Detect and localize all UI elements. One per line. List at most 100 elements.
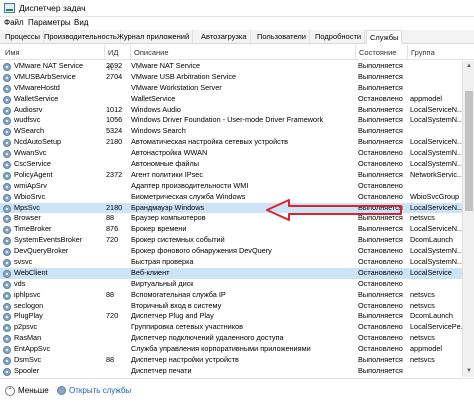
- service-name: WalletService: [14, 93, 59, 103]
- tab-processes[interactable]: Процессы: [2, 30, 45, 44]
- service-description: Диспетчер печати: [131, 365, 192, 375]
- service-row[interactable]: iphlpsvc 88 Вспомогательная служба IP Выпол…: [0, 290, 462, 301]
- tab-performance[interactable]: Производительность: [41, 30, 121, 44]
- service-row[interactable]: DevQueryBroker Брокер фонового обнаружени…: [0, 246, 462, 257]
- service-pid: 1056: [106, 115, 123, 125]
- service-group: LocalSystemN...: [410, 115, 462, 125]
- scroll-thumb[interactable]: [465, 91, 473, 211]
- service-pid: 720: [106, 311, 119, 321]
- service-group: LocalServiceN...: [410, 104, 462, 114]
- service-row[interactable]: WalletService WalletService Остановлено app…: [0, 94, 462, 105]
- service-status: Выполняется: [358, 71, 403, 81]
- service-pid: 88: [106, 213, 115, 223]
- service-name: DsmSvc: [14, 355, 42, 365]
- service-description: Группировка сетевых участников: [131, 322, 243, 332]
- service-gear-icon: [3, 139, 11, 148]
- service-row[interactable]: WebClient Веб-клиент Остановлено LocalServi…: [0, 267, 462, 279]
- service-gear-icon: [3, 150, 11, 159]
- service-status: Выполняется: [358, 61, 403, 70]
- service-group: LocalServiceN...: [410, 224, 462, 234]
- service-status: Выполняется: [358, 169, 403, 179]
- service-name: WebClient: [14, 267, 48, 277]
- service-row[interactable]: DsmSvc 88 Диспетчер настройки устройств Вып…: [0, 355, 462, 366]
- menu-bar: Файл Параметры Вид: [0, 17, 474, 30]
- fewer-details-label: Меньше: [18, 386, 49, 396]
- service-description: Агент политики IPsec: [131, 169, 203, 179]
- service-group: netsvcs: [410, 300, 435, 310]
- service-description: Автономные файлы: [131, 159, 200, 169]
- service-row[interactable]: EntAppSvc Служба управления корпоративным…: [0, 344, 462, 355]
- service-group: netsvcs: [410, 355, 435, 365]
- tab-users[interactable]: Пользователи: [254, 30, 310, 44]
- open-services-label: Открыть службы: [69, 386, 132, 395]
- menu-options[interactable]: Параметры: [28, 18, 71, 27]
- service-row[interactable]: PolicyAgent 2372 Агент политики IPsec Выпол…: [0, 170, 462, 181]
- service-row[interactable]: WwanSvc Автонастройка WWAN Остановлено Loca…: [0, 148, 462, 159]
- scroll-up-icon[interactable]: ▲: [463, 61, 474, 72]
- service-group: appmodel: [410, 344, 443, 354]
- service-row[interactable]: wmiApSrv Адаптер производительности WMI Ос…: [0, 181, 462, 192]
- header-pid[interactable]: ИД п...: [105, 45, 131, 72]
- service-status: Выполняется: [358, 115, 403, 125]
- header-name[interactable]: Имя: [2, 45, 105, 60]
- service-gear-icon: [3, 171, 11, 180]
- service-group: NetworkServic...: [410, 169, 462, 179]
- service-row[interactable]: VMwareHostd VMware Workstation Server Выпо…: [0, 83, 462, 94]
- menu-view[interactable]: Вид: [74, 18, 88, 27]
- fewer-details-button[interactable]: ⌃ Меньше: [5, 386, 49, 396]
- open-services-link[interactable]: Открыть службы: [57, 386, 132, 396]
- service-row[interactable]: Spooler Диспетчер печати Выполняется: [0, 366, 462, 377]
- tab-startup[interactable]: Автозагрузка: [198, 30, 251, 44]
- service-description: Диспетчер подключений удаленного доступа: [131, 333, 284, 343]
- service-row[interactable]: VMUSBArbService 2704 VMware USB Arbitratio…: [0, 72, 462, 83]
- header-description[interactable]: Описание: [131, 45, 356, 60]
- service-name: iphlpsvc: [14, 289, 41, 299]
- service-row[interactable]: TimeBroker 876 Брокер времени Выполняется Lo…: [0, 224, 462, 235]
- service-status: Остановлено: [358, 180, 403, 190]
- red-arrow-annotation: [266, 199, 402, 221]
- column-headers: Имя ИД п... Описание Состояние Группа: [0, 45, 474, 72]
- service-row[interactable]: WSearch 5324 Windows Search Выполняется: [0, 126, 462, 137]
- service-row[interactable]: svsvc Быстрая проверка Остановлено LocalSys…: [0, 257, 462, 268]
- service-gear-icon: [3, 280, 11, 289]
- service-description: Вспомогательная служба IP: [131, 289, 226, 299]
- service-status: Выполняется: [358, 289, 403, 299]
- tab-app-history[interactable]: Журнал приложений: [114, 30, 194, 44]
- scroll-down-icon[interactable]: ▼: [463, 366, 474, 377]
- service-row[interactable]: NcdAutoSetup 2180 Автоматическая настройка…: [0, 137, 462, 148]
- service-group: appmodel: [410, 93, 443, 103]
- service-name: Audiosrv: [14, 104, 43, 114]
- service-name: SystemEventsBroker: [14, 235, 83, 245]
- menu-file[interactable]: Файл: [4, 18, 24, 27]
- service-row[interactable]: PlugPlay 720 Диспетчер Plug and Play Выполн…: [0, 311, 462, 322]
- service-status: Остановлено: [358, 246, 403, 256]
- tab-services[interactable]: Службы: [366, 30, 403, 44]
- service-gear-icon: [3, 73, 11, 82]
- service-gear-icon: [3, 357, 11, 366]
- service-row[interactable]: wudfsvc 1056 Windows Driver Foundation - U…: [0, 115, 462, 126]
- service-gear-icon: [3, 302, 11, 311]
- service-row[interactable]: seclogon Вторичный вход в систему Остановл…: [0, 301, 462, 312]
- service-status: Остановлено: [358, 344, 403, 354]
- service-pid: 2372: [106, 169, 123, 179]
- service-description: Windows Audio: [131, 104, 181, 114]
- vertical-scrollbar[interactable]: ▲ ▼: [462, 61, 474, 377]
- service-description: Веб-клиент: [131, 267, 170, 277]
- service-name: WbioSrvc: [14, 191, 46, 201]
- service-row[interactable]: VMware NAT Service 2692 VMware NAT Service…: [0, 61, 462, 72]
- service-gear-icon: [3, 367, 11, 376]
- header-group[interactable]: Группа: [408, 45, 474, 60]
- chevron-up-icon: ⌃: [5, 386, 15, 396]
- service-gear-icon: [3, 324, 11, 333]
- service-group: DcomLaunch: [410, 235, 453, 245]
- service-description: VMware Workstation Server: [131, 82, 222, 92]
- service-row[interactable]: SystemEventsBroker 720 Брокер системных со…: [0, 235, 462, 246]
- service-row[interactable]: Audiosrv 1012 Windows Audio Выполняется Loca…: [0, 105, 462, 116]
- service-name: wudfsvc: [14, 115, 41, 125]
- tab-details[interactable]: Подробности: [312, 30, 366, 44]
- service-row[interactable]: RasMan Диспетчер подключений удаленного д…: [0, 333, 462, 344]
- service-row[interactable]: p2psvc Группировка сетевых участников Оста…: [0, 322, 462, 333]
- service-row[interactable]: vds Виртуальный диск Остановлено: [0, 279, 462, 290]
- service-row[interactable]: CscService Автономные файлы Остановлено Loc…: [0, 159, 462, 170]
- header-status[interactable]: Состояние: [356, 45, 408, 60]
